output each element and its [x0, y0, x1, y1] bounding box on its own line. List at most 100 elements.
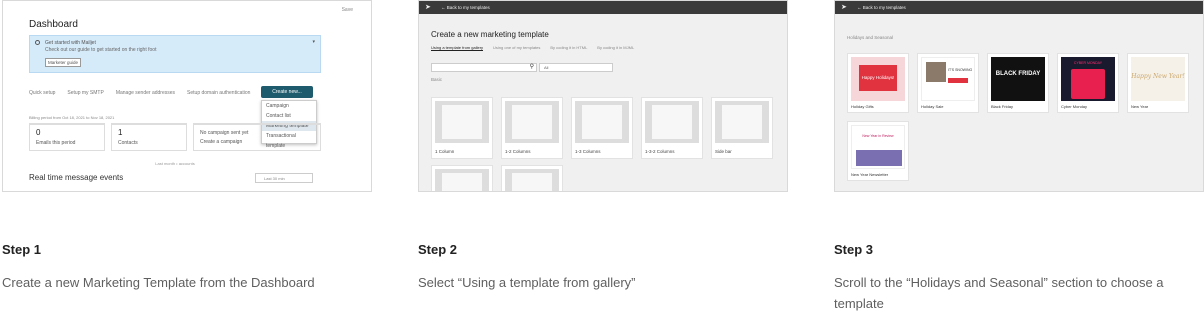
tab-my-templates[interactable]: Using one of my templates — [493, 45, 540, 51]
top-bar: ➤ ← Back to my templates — [419, 1, 787, 14]
category-select[interactable]: All — [539, 63, 613, 72]
thumbnail-photo — [856, 150, 902, 166]
step-2: ➤ ← Back to my templates Create a new ma… — [418, 0, 788, 290]
template-card[interactable]: 1-3 Columns — [571, 97, 633, 159]
step-title: Step 1 — [2, 242, 42, 257]
last-month-label: Last month • accounts — [155, 161, 195, 166]
menu-item-contact-list[interactable]: Contact list — [262, 111, 316, 121]
create-new-button[interactable]: Create new... — [261, 86, 313, 98]
template-label: Side bar — [715, 149, 732, 154]
create-campaign-link[interactable]: Create a campaign — [200, 139, 242, 145]
page-title: Dashboard — [29, 19, 78, 30]
getting-started-banner: Get started with Mailjet Check out our g… — [29, 35, 321, 73]
quick-item-smtp[interactable]: Setup my SMTP — [67, 90, 103, 96]
marketer-guide-button[interactable]: Marketer guide — [45, 58, 81, 67]
top-bar: ➤ ← Back to my templates — [835, 1, 1203, 14]
template-thumbnail: Happy New Year! — [1131, 57, 1185, 101]
template-label: 1-3-2 Columns — [645, 149, 675, 154]
tab-html[interactable]: By coding it in HTML — [550, 45, 587, 51]
thumbnail-photo — [926, 62, 946, 82]
template-card[interactable]: 1-2 Columns — [501, 97, 563, 159]
template-card[interactable]: 1 Column — [431, 97, 493, 159]
step-3-screenshot: ➤ ← Back to my templates Holidays and Se… — [834, 0, 1204, 192]
menu-item-campaign[interactable]: Campaign — [262, 101, 316, 111]
stat-contacts: 1 Contacts — [111, 123, 187, 151]
thumbnail-photo — [1071, 69, 1105, 99]
quick-setup-label: Quick setup — [29, 90, 56, 96]
template-label: New Year — [1131, 104, 1149, 109]
template-label: 1-3 Columns — [575, 149, 601, 154]
template-card[interactable]: Side bar — [711, 97, 773, 159]
paper-plane-icon: ➤ — [841, 4, 847, 11]
back-label: Back to my templates — [862, 5, 906, 10]
stat-label: Emails this period — [36, 140, 76, 146]
template-thumbnail — [435, 169, 489, 191]
template-card[interactable] — [431, 165, 493, 191]
template-thumbnail — [505, 101, 559, 143]
template-label: New Year Newsletter — [851, 172, 889, 177]
chevron-down-icon[interactable]: ▾ — [312, 39, 315, 45]
stat-label: No campaign sent yet — [200, 130, 249, 136]
thumbnail-text: Happy Holidays! — [859, 65, 897, 91]
paper-plane-icon: ➤ — [425, 4, 431, 11]
thumbnail-text: BLACK FRIDAY — [995, 71, 1041, 77]
billing-period: Billing period from Oct 18, 2021 to Nov … — [29, 115, 115, 120]
back-link[interactable]: ← Back to my templates — [441, 1, 490, 14]
page-heading: Create a new marketing template — [431, 30, 549, 39]
quick-item-senders[interactable]: Manage sender addresses — [116, 90, 175, 96]
template-thumbnail — [645, 101, 699, 143]
search-input[interactable]: ⚲ — [431, 63, 537, 72]
thumbnail-preview — [442, 105, 482, 139]
thumbnail-text: New Year in Review — [862, 134, 894, 138]
template-thumbnail — [575, 101, 629, 143]
search-icon: ⚲ — [529, 64, 534, 70]
step-2-screenshot: ➤ ← Back to my templates Create a new ma… — [418, 0, 788, 192]
template-thumbnail: New Year in Review — [851, 125, 905, 169]
thumbnail-preview — [512, 105, 552, 139]
step-3: ➤ ← Back to my templates Holidays and Se… — [834, 0, 1204, 311]
save-link[interactable]: Save — [342, 7, 353, 13]
thumbnail-text: IT'S SNOWING — [948, 68, 973, 72]
thumbnail-preview — [582, 105, 622, 139]
template-label: Cyber Monday — [1061, 104, 1088, 109]
step-1-screenshot: Save Dashboard Get started with Mailjet … — [2, 0, 372, 192]
thumbnail-preview — [442, 173, 482, 191]
template-card[interactable]: CYBER MONDAY Cyber Monday — [1057, 53, 1119, 113]
thumbnail-preview — [722, 105, 762, 139]
banner-text: Check out our guide to get started on th… — [45, 47, 157, 53]
thumbnail-text: Happy New Year! — [1131, 73, 1185, 80]
step-description: Scroll to the “Holidays and Seasonal” se… — [834, 275, 1164, 311]
template-label: Holiday Gifts — [851, 104, 874, 109]
template-card[interactable]: Happy New Year! New Year — [1127, 53, 1189, 113]
section-basic: Basic — [431, 77, 443, 82]
filter-value: All — [544, 65, 549, 70]
template-thumbnail — [715, 101, 769, 143]
step-title: Step 2 — [418, 242, 458, 257]
tab-mjml[interactable]: By coding it in MJML — [597, 45, 634, 51]
template-card[interactable]: IT'S SNOWING Holiday Sale — [917, 53, 979, 113]
thumbnail-text: CYBER MONDAY — [1073, 61, 1103, 65]
template-label: 1-2 Columns — [505, 149, 531, 154]
template-thumbnail — [435, 101, 489, 143]
stat-campaigns: No campaign sent yet Create a campaign — [193, 123, 321, 151]
stat-number: 1 — [118, 128, 123, 137]
stat-label: Contacts — [118, 140, 138, 146]
step-title: Step 3 — [834, 242, 874, 257]
quick-item-domain[interactable]: Setup domain authentication — [187, 90, 250, 96]
tabs: Using a template from gallery Using one … — [431, 45, 634, 51]
template-label: 1 Column — [435, 149, 455, 154]
template-label: Black Friday — [991, 104, 1014, 109]
template-card[interactable]: Happy Holidays! Holiday Gifts — [847, 53, 909, 113]
step-1: Save Dashboard Get started with Mailjet … — [2, 0, 372, 290]
back-label: Back to my templates — [446, 5, 490, 10]
template-card[interactable] — [501, 165, 563, 191]
template-thumbnail: IT'S SNOWING — [921, 57, 975, 101]
back-link[interactable]: ← Back to my templates — [857, 1, 906, 14]
tab-gallery[interactable]: Using a template from gallery — [431, 45, 484, 51]
template-card[interactable]: BLACK FRIDAY Black Friday — [987, 53, 1049, 113]
template-card[interactable]: 1-3-2 Columns — [641, 97, 703, 159]
template-card[interactable]: New Year in Review New Year Newsletter — [847, 121, 909, 181]
step-description: Create a new Marketing Template from the… — [2, 275, 315, 290]
time-range-select[interactable]: Last 30 min — [255, 173, 313, 183]
banner-title: Get started with Mailjet — [45, 40, 96, 46]
